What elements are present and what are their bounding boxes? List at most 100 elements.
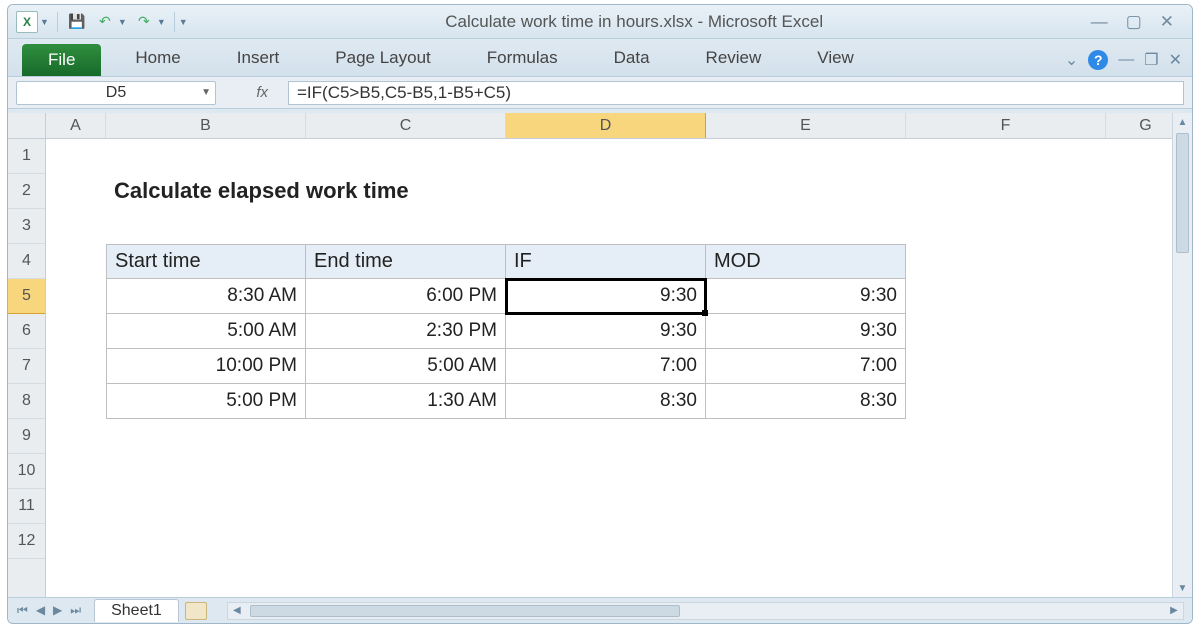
- row-header[interactable]: 4: [8, 244, 45, 279]
- cells-area: A B C D E F G Calculate elapsed work tim…: [46, 113, 1192, 597]
- sheet-tab-bar: ⏮ ◀ ▶ ⏭ Sheet1 ◀ ▶: [8, 597, 1192, 623]
- scroll-thumb[interactable]: [250, 605, 680, 617]
- new-sheet-button[interactable]: [185, 602, 207, 620]
- select-all-corner[interactable]: [8, 113, 45, 139]
- scroll-right-icon[interactable]: ▶: [1165, 603, 1183, 619]
- window-controls: — ▢ ✕: [1073, 12, 1192, 32]
- row-header[interactable]: 2: [8, 174, 45, 209]
- horizontal-scrollbar[interactable]: ◀ ▶: [227, 602, 1184, 620]
- table-header[interactable]: End time: [306, 244, 506, 279]
- col-header[interactable]: E: [706, 113, 906, 138]
- window-title: Calculate work time in hours.xlsx - Micr…: [196, 12, 1073, 32]
- cell[interactable]: 5:00 AM: [106, 314, 306, 349]
- tab-view[interactable]: View: [789, 42, 882, 76]
- separator: [174, 12, 175, 32]
- cell[interactable]: 10:00 PM: [106, 349, 306, 384]
- close-button[interactable]: ✕: [1160, 12, 1174, 32]
- scroll-left-icon[interactable]: ◀: [228, 603, 246, 619]
- redo-dropdown-icon[interactable]: ▼: [157, 17, 166, 27]
- cell[interactable]: 7:00: [706, 349, 906, 384]
- cell[interactable]: 2:30 PM: [306, 314, 506, 349]
- sheet-nav-first-icon[interactable]: ⏮: [14, 601, 31, 620]
- maximize-button[interactable]: ▢: [1126, 12, 1142, 32]
- undo-button[interactable]: ↶: [94, 11, 116, 33]
- row-header[interactable]: 10: [8, 454, 45, 489]
- row-headers: 1 2 3 4 5 6 7 8 9 10 11 12: [8, 113, 46, 597]
- sheet-tab[interactable]: Sheet1: [94, 599, 179, 622]
- doc-close-icon[interactable]: ✕: [1169, 50, 1182, 70]
- row-header[interactable]: 11: [8, 489, 45, 524]
- tab-formulas[interactable]: Formulas: [459, 42, 586, 76]
- row-header[interactable]: 7: [8, 349, 45, 384]
- row-header[interactable]: 8: [8, 384, 45, 419]
- cell[interactable]: 9:30: [706, 279, 906, 314]
- formula-bar: D5 ▼ fx =IF(C5>B5,C5-B5,1-B5+C5): [8, 77, 1192, 109]
- tab-insert[interactable]: Insert: [209, 42, 308, 76]
- separator: [57, 12, 58, 32]
- sheet-nav-buttons: ⏮ ◀ ▶ ⏭: [8, 601, 90, 620]
- minimize-button[interactable]: —: [1091, 12, 1108, 32]
- doc-minimize-icon[interactable]: —: [1118, 51, 1134, 69]
- cell[interactable]: 8:30: [506, 384, 706, 419]
- ribbon-minimize-icon[interactable]: ⌄: [1065, 50, 1078, 70]
- col-header[interactable]: C: [306, 113, 506, 138]
- worksheet-grid[interactable]: 1 2 3 4 5 6 7 8 9 10 11 12 A B C D E F G: [8, 113, 1192, 597]
- undo-dropdown-icon[interactable]: ▼: [118, 17, 127, 27]
- cell[interactable]: 1:30 AM: [306, 384, 506, 419]
- name-box-value: D5: [106, 84, 126, 102]
- formula-input[interactable]: =IF(C5>B5,C5-B5,1-B5+C5): [288, 81, 1184, 105]
- cell[interactable]: 8:30 AM: [106, 279, 306, 314]
- cells: Calculate elapsed work time Start time E…: [46, 139, 1192, 559]
- col-header[interactable]: F: [906, 113, 1106, 138]
- row-header[interactable]: 6: [8, 314, 45, 349]
- row-header[interactable]: 5: [8, 279, 45, 314]
- scroll-down-icon[interactable]: ▼: [1173, 579, 1192, 597]
- tab-page-layout[interactable]: Page Layout: [307, 42, 458, 76]
- file-tab[interactable]: File: [22, 44, 101, 76]
- row-header[interactable]: 1: [8, 139, 45, 174]
- col-header[interactable]: A: [46, 113, 106, 138]
- help-icon[interactable]: ?: [1088, 50, 1108, 70]
- cell[interactable]: 5:00 PM: [106, 384, 306, 419]
- title-bar: X ▼ 💾 ↶ ▼ ↷ ▼ ▼ Calculate work time in h…: [8, 5, 1192, 39]
- save-button[interactable]: 💾: [66, 11, 88, 33]
- row-header[interactable]: 9: [8, 419, 45, 454]
- excel-icon: X: [16, 11, 38, 33]
- redo-button[interactable]: ↷: [133, 11, 155, 33]
- selected-cell[interactable]: 9:30: [506, 279, 706, 314]
- scroll-thumb[interactable]: [1176, 133, 1189, 253]
- table-header[interactable]: IF: [506, 244, 706, 279]
- cell[interactable]: 9:30: [506, 314, 706, 349]
- fx-icon[interactable]: fx: [250, 84, 274, 101]
- scroll-up-icon[interactable]: ▲: [1173, 113, 1192, 131]
- cell[interactable]: 6:00 PM: [306, 279, 506, 314]
- formula-text: =IF(C5>B5,C5-B5,1-B5+C5): [297, 83, 511, 103]
- qat-customize-icon[interactable]: ▼: [179, 17, 188, 27]
- tab-home[interactable]: Home: [107, 42, 208, 76]
- cell[interactable]: 5:00 AM: [306, 349, 506, 384]
- row-header[interactable]: 12: [8, 524, 45, 559]
- cell[interactable]: 7:00: [506, 349, 706, 384]
- sheet-nav-last-icon[interactable]: ⏭: [67, 601, 84, 620]
- app-window: X ▼ 💾 ↶ ▼ ↷ ▼ ▼ Calculate work time in h…: [7, 4, 1193, 624]
- tab-review[interactable]: Review: [678, 42, 790, 76]
- col-header[interactable]: D: [506, 113, 706, 138]
- sheet-nav-next-icon[interactable]: ▶: [50, 601, 65, 620]
- sheet-title[interactable]: Calculate elapsed work time: [106, 174, 706, 209]
- table-header[interactable]: MOD: [706, 244, 906, 279]
- qat-dropdown-icon[interactable]: ▼: [40, 17, 49, 27]
- cell[interactable]: 9:30: [706, 314, 906, 349]
- fx-wrap: fx: [222, 81, 282, 105]
- sheet-nav-prev-icon[interactable]: ◀: [33, 601, 48, 620]
- column-headers: A B C D E F G: [46, 113, 1192, 139]
- col-header[interactable]: B: [106, 113, 306, 138]
- name-box[interactable]: D5 ▼: [16, 81, 216, 105]
- vertical-scrollbar[interactable]: ▲ ▼: [1172, 113, 1192, 597]
- name-box-dropdown-icon[interactable]: ▼: [201, 87, 211, 98]
- table-header[interactable]: Start time: [106, 244, 306, 279]
- tab-data[interactable]: Data: [586, 42, 678, 76]
- doc-restore-icon[interactable]: ❐: [1144, 50, 1158, 70]
- row-header[interactable]: 3: [8, 209, 45, 244]
- cell[interactable]: 8:30: [706, 384, 906, 419]
- quick-access-toolbar: X ▼ 💾 ↶ ▼ ↷ ▼ ▼: [8, 11, 196, 33]
